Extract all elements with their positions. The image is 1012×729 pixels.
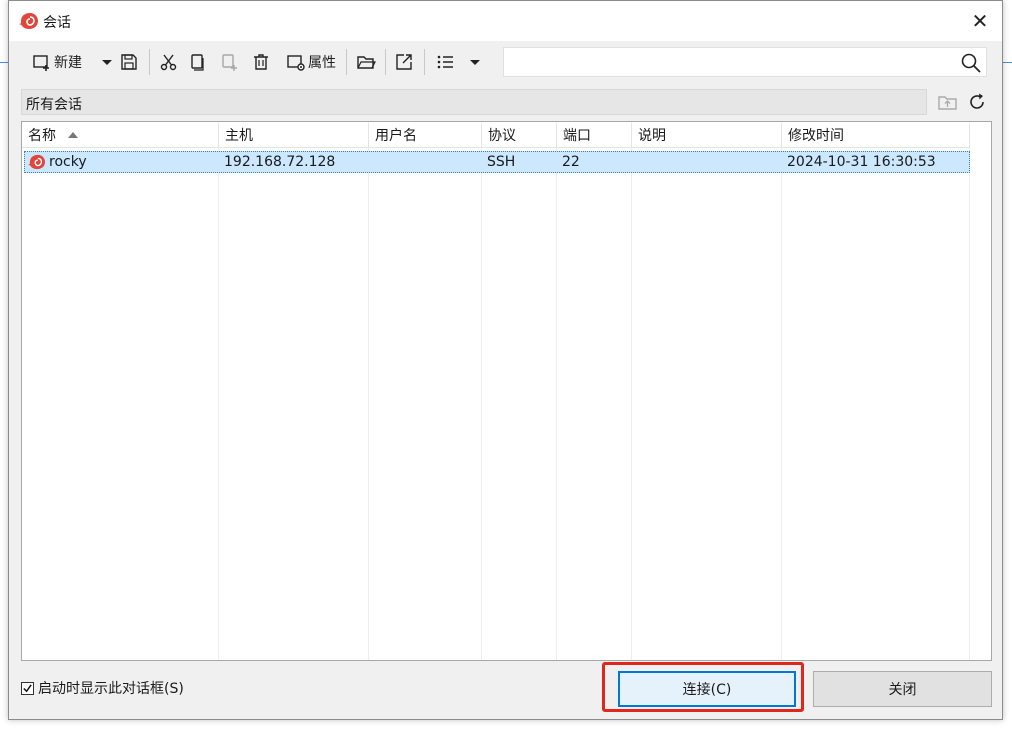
search-box [503, 47, 987, 77]
delete-button[interactable] [249, 48, 273, 76]
column-header-modified[interactable]: 修改时间 [782, 124, 970, 148]
column-divider [631, 122, 632, 660]
properties-button[interactable]: 属性 [281, 48, 341, 76]
column-header-port[interactable]: 端口 [557, 124, 632, 148]
session-host: 192.168.72.128 [224, 154, 336, 170]
properties-icon [287, 55, 305, 71]
search-icon [961, 53, 981, 73]
table-row[interactable]: rocky 192.168.72.128 SSH 22 2024-10-31 1… [24, 151, 970, 173]
column-divider [969, 122, 970, 660]
title-bar: 会话 ✕ [9, 1, 1002, 41]
column-divider [481, 122, 482, 660]
save-icon [121, 54, 137, 70]
column-divider [368, 122, 369, 660]
cut-icon [160, 54, 177, 71]
paste-button[interactable] [217, 48, 241, 76]
toolbar: 新建 属性 [19, 45, 992, 79]
new-session-label: 新建 [54, 55, 82, 71]
column-divider [781, 122, 782, 660]
column-header-description[interactable]: 说明 [632, 124, 782, 148]
background-line-left [0, 62, 8, 63]
window-title: 会话 [43, 15, 71, 31]
session-port: 22 [562, 154, 580, 170]
search-input[interactable] [508, 51, 952, 75]
column-header-label: 修改时间 [788, 128, 844, 144]
folder-up-button[interactable] [937, 91, 959, 113]
session-name: rocky [49, 154, 87, 170]
paste-icon [222, 54, 237, 71]
sort-ascending-icon [68, 132, 78, 138]
dropdown-arrow-icon [102, 60, 112, 65]
column-header-user[interactable]: 用户名 [369, 124, 482, 148]
cut-button[interactable] [157, 48, 181, 76]
list-view-icon [437, 55, 453, 69]
view-dropdown-button[interactable] [465, 48, 485, 76]
refresh-icon [970, 93, 984, 109]
show-on-startup-checkbox[interactable] [21, 681, 34, 695]
session-modified: 2024-10-31 16:30:53 [787, 154, 936, 170]
session-path-bar: 所有会话 [21, 89, 927, 115]
copy-button[interactable] [185, 48, 209, 76]
open-folder-icon [357, 56, 376, 69]
close-button[interactable]: 关闭 [813, 671, 992, 707]
column-divider [556, 122, 557, 660]
window-close-button[interactable]: ✕ [958, 1, 1002, 41]
session-dialog: 会话 ✕ 新建 属性 所有会话 名称 主机 用户名 协议 端口 说明 修改时间 … [8, 0, 1003, 720]
list-view-button[interactable] [433, 48, 459, 76]
export-button[interactable] [391, 48, 417, 76]
open-folder-button[interactable] [353, 48, 379, 76]
toolbar-separator [149, 49, 150, 75]
properties-label: 属性 [308, 55, 336, 71]
column-divider [218, 122, 219, 660]
refresh-button[interactable] [966, 91, 988, 113]
column-header-label: 主机 [225, 128, 253, 144]
connect-button[interactable]: 连接(C) [618, 671, 796, 707]
column-header-label: 名称 [28, 128, 56, 144]
column-header-label: 说明 [638, 128, 666, 144]
column-header-name[interactable]: 名称 [22, 124, 219, 148]
new-session-icon [33, 55, 49, 71]
column-header-label: 协议 [488, 128, 516, 144]
session-logo-icon [28, 154, 45, 170]
session-list: 名称 主机 用户名 协议 端口 说明 修改时间 rocky 192.168.72 [21, 121, 992, 661]
delete-icon [254, 54, 268, 70]
column-header-label: 端口 [563, 128, 591, 144]
show-on-startup-option[interactable]: 启动时显示此对话框(S) [21, 678, 184, 698]
toolbar-separator [424, 49, 425, 75]
search-button[interactable] [960, 52, 982, 74]
export-icon [396, 54, 412, 70]
column-header-protocol[interactable]: 协议 [482, 124, 557, 148]
new-session-button[interactable]: 新建 [23, 48, 91, 76]
toolbar-separator [346, 49, 347, 75]
background-line-right [1003, 62, 1012, 63]
copy-icon [191, 54, 204, 71]
column-header-host[interactable]: 主机 [219, 124, 369, 148]
new-dropdown-button[interactable] [97, 48, 117, 76]
show-on-startup-label: 启动时显示此对话框(S) [38, 681, 184, 697]
folder-up-icon [938, 96, 957, 110]
session-logo-icon [19, 13, 38, 29]
column-header-label: 用户名 [375, 128, 417, 144]
checkmark-icon [23, 683, 32, 692]
toolbar-separator [385, 49, 386, 75]
dropdown-arrow-icon [470, 60, 480, 65]
session-path-label: 所有会话 [26, 97, 82, 113]
session-protocol: SSH [487, 154, 516, 170]
save-button[interactable] [117, 48, 141, 76]
